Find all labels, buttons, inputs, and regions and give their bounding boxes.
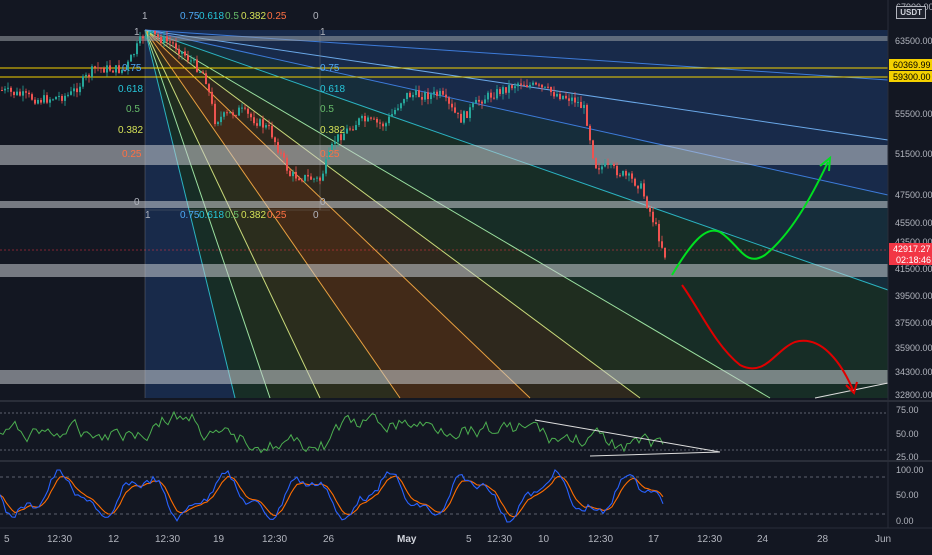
chart-canvas[interactable]: 1 0.75 0.618 0.5 0.382 0.25 0 1 0.75 0.6… xyxy=(0,0,932,550)
fib-right-05: 0.5 xyxy=(320,104,334,115)
fib-top-0: 0 xyxy=(313,11,319,22)
time-label: 12:30 xyxy=(487,534,512,545)
stoch-axis: 100.00 50.00 0.00 xyxy=(896,465,924,526)
time-label: 10 xyxy=(538,534,550,545)
fib-top-05: 0.5 xyxy=(225,11,239,22)
time-label: 12 xyxy=(108,534,120,545)
time-label: 28 xyxy=(817,534,829,545)
fib-right-075: 0.75 xyxy=(320,63,340,74)
fib-right-1: 1 xyxy=(320,27,326,38)
rsi-tick: 25.00 xyxy=(896,452,919,462)
time-label: 26 xyxy=(323,534,335,545)
stoch-tick: 0.00 xyxy=(896,516,914,526)
fib-bottom-1: 1 xyxy=(145,210,151,221)
fib-bottom-025: 0.25 xyxy=(267,210,287,221)
fib-right-0: 0 xyxy=(320,197,326,208)
time-label: 5 xyxy=(4,534,10,545)
current-price-label: 42917.27 xyxy=(893,244,931,254)
price-tick: 47500.00 xyxy=(895,190,932,200)
price-tick: 35900.00 xyxy=(895,343,932,353)
price-tick: 51500.00 xyxy=(895,149,932,159)
time-label: 12:30 xyxy=(155,534,180,545)
currency-badge[interactable]: USDT xyxy=(896,6,926,19)
price-tick: 34300.00 xyxy=(895,367,932,377)
stoch-tick: 100.00 xyxy=(896,465,924,475)
fib-top-025: 0.25 xyxy=(267,11,287,22)
time-label: 12:30 xyxy=(697,534,722,545)
price-tick: 55500.00 xyxy=(895,109,932,119)
time-label-month: May xyxy=(397,534,417,545)
stoch-d-line xyxy=(0,475,664,518)
fib-left-1: 1 xyxy=(134,27,140,38)
price-tick: 39500.00 xyxy=(895,291,932,301)
time-label: 19 xyxy=(213,534,225,545)
price-tick: 32800.00 xyxy=(895,390,932,400)
fib-top-075: 0.75 xyxy=(180,11,200,22)
candle-countdown: 02:18:46 xyxy=(896,255,931,265)
rsi-line xyxy=(0,410,664,454)
stoch-tick: 50.00 xyxy=(896,490,919,500)
price-label-60369: 60369.99 xyxy=(893,60,931,70)
fib-bottom-05: 0.5 xyxy=(225,210,239,221)
price-tick: 45500.00 xyxy=(895,218,932,228)
rsi-pane[interactable] xyxy=(0,410,888,457)
time-axis[interactable]: 5 12:30 12 12:30 19 12:30 26 May 5 12:30… xyxy=(4,534,891,545)
rsi-tick: 50.00 xyxy=(896,429,919,439)
fib-right-025: 0.25 xyxy=(320,149,340,160)
rsi-tick: 75.00 xyxy=(896,405,919,415)
price-tick: 63500.00 xyxy=(895,36,932,46)
time-label: 12:30 xyxy=(262,534,287,545)
fib-left-05: 0.5 xyxy=(126,104,140,115)
time-label: Jun xyxy=(875,534,891,545)
fib-left-0: 0 xyxy=(134,197,140,208)
price-tick: 41500.00 xyxy=(895,264,932,274)
price-tick: 37500.00 xyxy=(895,318,932,328)
fib-right-0618: 0.618 xyxy=(320,84,345,95)
fib-bottom-0382: 0.382 xyxy=(241,210,266,221)
fib-bottom-075: 0.75 xyxy=(180,210,200,221)
fib-top-0382: 0.382 xyxy=(241,11,266,22)
fib-bottom-0618: 0.618 xyxy=(199,210,224,221)
rsi-axis: 75.00 50.00 25.00 xyxy=(896,405,919,462)
price-axis[interactable]: 67900.00 63500.00 55500.00 51500.00 4750… xyxy=(889,2,932,400)
fib-left-025: 0.25 xyxy=(122,149,142,160)
time-label: 12:30 xyxy=(588,534,613,545)
time-label: 17 xyxy=(648,534,660,545)
trading-chart[interactable]: 1 0.75 0.618 0.5 0.382 0.25 0 1 0.75 0.6… xyxy=(0,0,932,550)
time-label: 5 xyxy=(466,534,472,545)
price-label-59300: 59300.00 xyxy=(893,72,931,82)
fib-left-075: 0.75 xyxy=(122,63,142,74)
fib-left-0382: 0.382 xyxy=(118,125,143,136)
time-label: 12:30 xyxy=(47,534,72,545)
fib-top-1: 1 xyxy=(142,11,148,22)
stoch-pane[interactable] xyxy=(0,469,888,523)
fib-left-0618: 0.618 xyxy=(118,84,143,95)
time-label: 24 xyxy=(757,534,769,545)
fib-bottom-0: 0 xyxy=(313,210,319,221)
fib-right-0382: 0.382 xyxy=(320,125,345,136)
fib-top-0618: 0.618 xyxy=(199,11,224,22)
